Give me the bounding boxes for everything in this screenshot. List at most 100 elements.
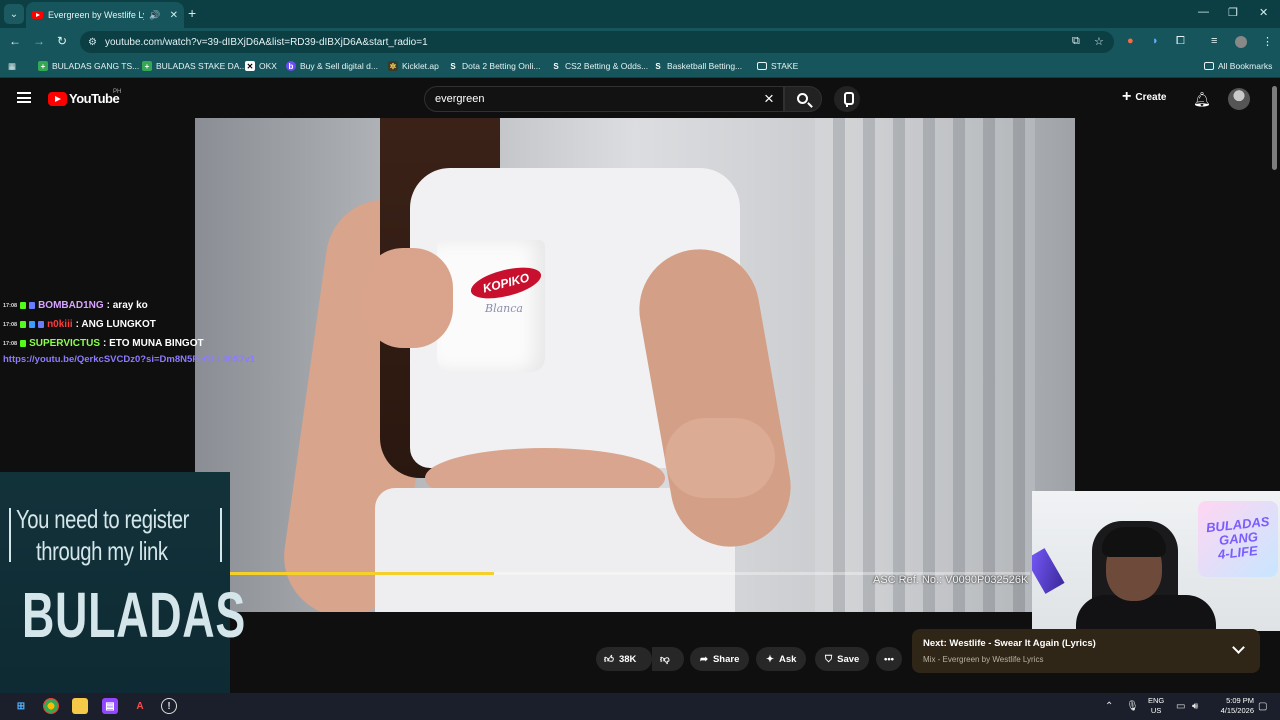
- chat-text: : ETO MUNA BINGOT: [103, 338, 204, 349]
- more-horizontal-icon: •••: [884, 653, 894, 665]
- restore-window-button[interactable]: ❐: [1228, 6, 1238, 19]
- site-icon: b: [286, 61, 296, 71]
- youtube-logo-text[interactable]: YouTube: [69, 91, 120, 106]
- up-next-title: Next: Westlife - Swear It Again (Lyrics): [923, 638, 1096, 649]
- account-avatar[interactable]: [1228, 88, 1250, 110]
- folder-icon: [1204, 62, 1214, 70]
- chevron-down-icon[interactable]: [1232, 641, 1245, 654]
- search-button[interactable]: [784, 86, 822, 112]
- bookmark-item[interactable]: S Dota 2 Betting Onli...: [448, 61, 540, 71]
- app-circle-icon[interactable]: !: [161, 698, 177, 714]
- streamer-figure: [1102, 527, 1166, 557]
- display-icon[interactable]: ▭: [1176, 701, 1185, 712]
- sheets-icon: +: [142, 61, 152, 71]
- bookmark-item[interactable]: ✲ Kicklet.ap: [388, 61, 439, 71]
- search-input[interactable]: evergreen ×: [424, 86, 784, 112]
- webcam-overlay: BULADAS GANG 4-LIFE: [1032, 491, 1280, 631]
- thumbs-down-icon: 👎︎: [660, 654, 670, 665]
- plus-icon: +: [1122, 88, 1132, 105]
- youtube-header: YouTube PH evergreen × + Create 🔔︎: [0, 80, 1280, 118]
- search-query[interactable]: evergreen: [435, 93, 485, 105]
- bookmark-folder[interactable]: STAKE: [757, 61, 798, 71]
- app-a-icon[interactable]: A: [132, 698, 148, 714]
- neon-sign: BULADAS GANG 4-LIFE: [1198, 501, 1278, 577]
- bookmark-item[interactable]: + BULADAS STAKE DA...: [142, 61, 247, 71]
- up-next-subtitle: Mix - Evergreen by Westlife Lyrics: [923, 655, 1044, 664]
- create-button[interactable]: + Create: [1122, 88, 1166, 105]
- dislike-button[interactable]: 👎︎: [652, 647, 684, 671]
- microphone-icon[interactable]: 🎙︎: [1126, 701, 1139, 712]
- promo-overlay: You need to register through my link BUL…: [0, 472, 245, 704]
- stake-s-icon: S: [553, 61, 559, 71]
- share-button[interactable]: ➦ Share: [690, 647, 750, 671]
- like-button[interactable]: 👍︎ 38K: [596, 647, 652, 671]
- system-clock[interactable]: 5:09 PM 4/15/2026: [1212, 696, 1254, 716]
- stake-s-icon: S: [450, 61, 456, 71]
- audio-playing-icon[interactable]: 🔊: [149, 10, 160, 21]
- youtube-logo-icon[interactable]: [48, 92, 67, 106]
- bookmark-item[interactable]: + BULADAS GANG TS...: [38, 61, 139, 71]
- profile-avatar-icon[interactable]: [1235, 36, 1247, 48]
- all-bookmarks-folder[interactable]: All Bookmarks: [1204, 61, 1272, 71]
- sheets-icon: +: [38, 61, 48, 71]
- bookmark-item[interactable]: S Basketball Betting...: [653, 61, 742, 71]
- close-window-button[interactable]: ✕: [1259, 6, 1268, 19]
- bookmark-star-icon[interactable]: ☆: [1094, 35, 1104, 48]
- youtube-favicon-icon: [32, 11, 43, 19]
- voice-search-button[interactable]: [834, 86, 860, 112]
- search-icon: [797, 93, 808, 104]
- chrome-icon[interactable]: [43, 698, 59, 714]
- notifications-icon[interactable]: ▢: [1258, 701, 1267, 712]
- up-next-card[interactable]: Next: Westlife - Swear It Again (Lyrics)…: [912, 629, 1260, 673]
- extensions-puzzle-icon[interactable]: ⧠: [1176, 35, 1185, 48]
- forward-button[interactable]: →: [33, 34, 45, 48]
- video-figure: [363, 248, 453, 348]
- video-progress-fill: [230, 572, 494, 575]
- twitch-icon[interactable]: ▤: [102, 698, 118, 714]
- folder-icon: [757, 62, 767, 70]
- guide-menu-icon[interactable]: [17, 92, 31, 103]
- extension-fox-icon[interactable]: ●: [1127, 35, 1134, 47]
- windows-start-icon[interactable]: ⊞: [13, 698, 29, 714]
- windows-taskbar: ⊞ ▤ A ! ⌃ 🎙︎ ENG US ▭ 🔊︎ 5:09 PM 4/15/20…: [0, 693, 1280, 720]
- input-language[interactable]: ENG US: [1148, 696, 1164, 716]
- install-app-icon[interactable]: ⧉: [1072, 35, 1080, 48]
- chat-username: BOMBAD1NG: [38, 300, 104, 311]
- back-button[interactable]: ←: [9, 34, 21, 48]
- ask-button[interactable]: ✦ Ask: [756, 647, 807, 671]
- apps-grid-icon[interactable]: ▦: [8, 61, 16, 72]
- browser-tab-active[interactable]: Evergreen by Westlife Lyrics 🔊 ✕: [26, 2, 184, 28]
- tray-overflow-icon[interactable]: ⌃: [1105, 701, 1113, 712]
- new-tab-button[interactable]: +: [188, 5, 196, 21]
- video-player[interactable]: KOPIKO Blanca ASC Ref. No.: V0090P032526…: [195, 118, 1075, 612]
- page-scrollbar[interactable]: [1272, 86, 1277, 170]
- more-actions-button[interactable]: •••: [876, 647, 902, 671]
- stake-s-icon: S: [655, 61, 661, 71]
- thumbs-up-icon: 👍︎: [604, 654, 614, 665]
- bookmark-item[interactable]: S CS2 Betting & Odds...: [551, 61, 648, 71]
- notifications-bell-icon[interactable]: 🔔︎: [1193, 91, 1211, 108]
- promo-text: through my link: [36, 536, 168, 566]
- close-tab-icon[interactable]: ✕: [170, 10, 178, 21]
- browser-menu-icon[interactable]: ⋮: [1262, 35, 1273, 48]
- chat-link[interactable]: https://youtu.be/QerkcSVCDz0?si=Dm8N5FeG…: [3, 354, 255, 365]
- address-bar[interactable]: ⚙ youtube.com/watch?v=39-dIBXjD6A&list=R…: [80, 31, 1114, 53]
- clear-search-icon[interactable]: ×: [764, 89, 774, 109]
- streamer-figure: [1076, 595, 1216, 631]
- bookmark-item[interactable]: b Buy & Sell digital d...: [286, 61, 378, 71]
- file-explorer-icon[interactable]: [72, 698, 88, 714]
- extension-audio-icon[interactable]: ◗: [1152, 35, 1159, 47]
- tab-search-button[interactable]: ⌄: [4, 4, 24, 24]
- save-button[interactable]: ⛉ Save: [815, 647, 870, 671]
- promo-brand: BULADAS: [22, 579, 246, 651]
- video-progress-bar[interactable]: [230, 572, 1030, 575]
- media-controls-icon[interactable]: ≡: [1211, 35, 1217, 47]
- chat-text: : ANG LUNGKOT: [75, 319, 156, 330]
- bookmark-save-icon: ⛉: [825, 653, 833, 665]
- minimize-window-button[interactable]: —: [1198, 6, 1209, 18]
- site-info-icon[interactable]: ⚙: [88, 37, 97, 48]
- url-text[interactable]: youtube.com/watch?v=39-dIBXjD6A&list=RD3…: [105, 37, 428, 48]
- reload-button[interactable]: ↻: [57, 34, 67, 48]
- volume-icon[interactable]: 🔊︎: [1192, 701, 1198, 712]
- bookmark-item[interactable]: ✕ OKX: [245, 61, 277, 71]
